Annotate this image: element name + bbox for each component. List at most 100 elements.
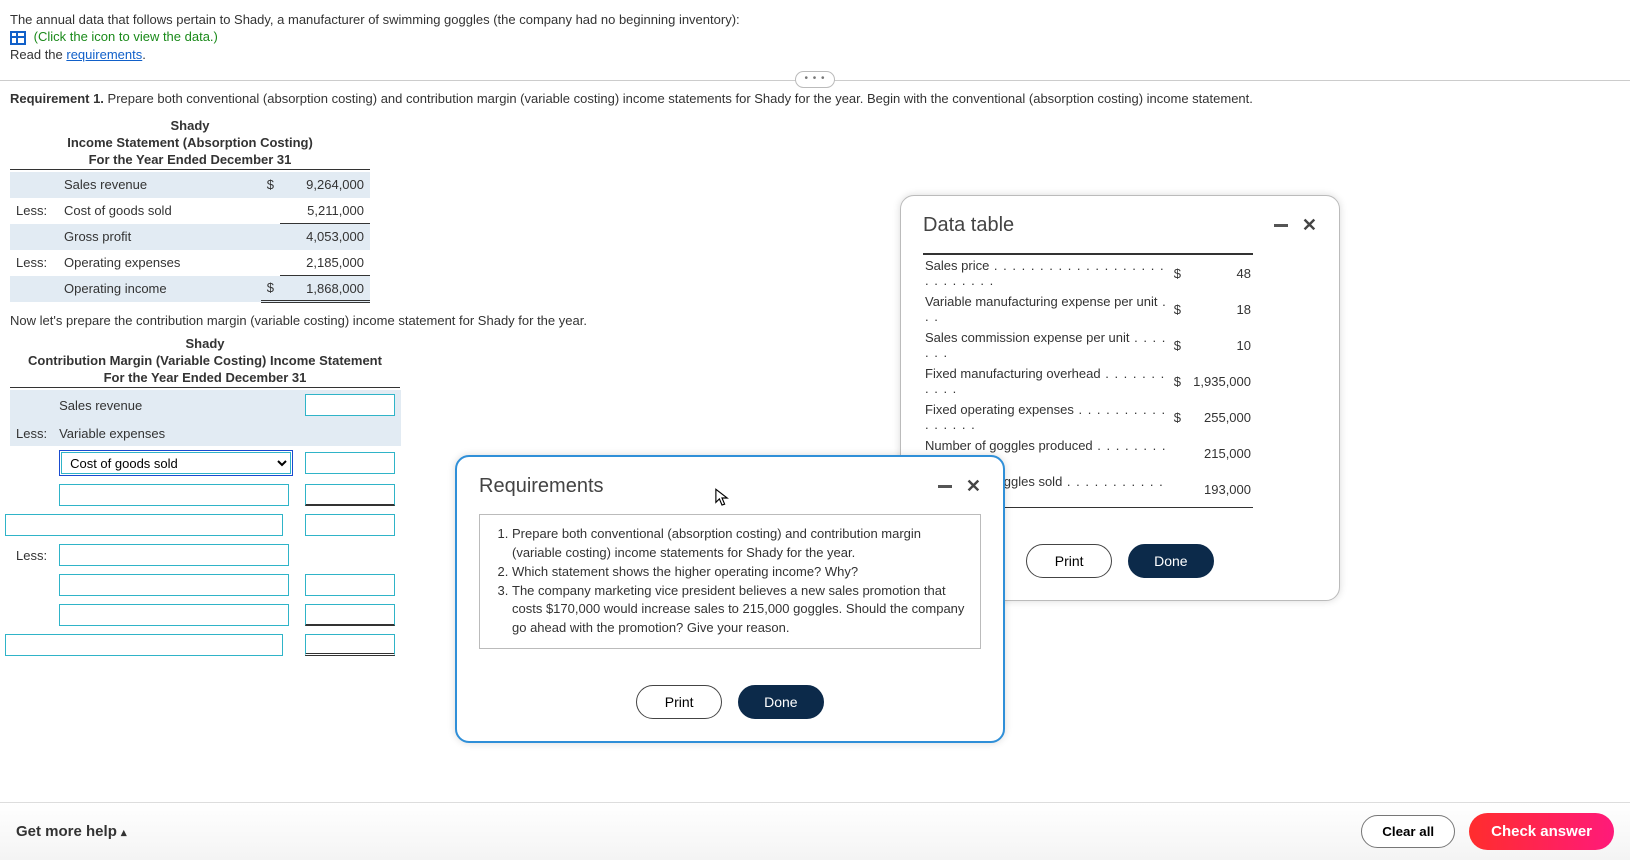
cogs-select-wrap: Cost of goods sold [59, 450, 293, 476]
minimize-icon[interactable] [938, 485, 952, 488]
close-icon[interactable]: ✕ [966, 476, 981, 497]
table-row: Sales commission expense per unit . . . … [923, 327, 1253, 363]
intro-block: The annual data that follows pertain to … [0, 0, 1630, 62]
cogs-select[interactable]: Cost of goods sold [61, 452, 291, 474]
opex-amt: 2,185,000 [280, 250, 370, 276]
requirement-item-2: Which statement shows the higher operati… [512, 563, 966, 582]
req-done-button[interactable]: Done [738, 685, 824, 719]
data-amt-3: 1,935,000 [1183, 363, 1253, 399]
oi-cur: $ [261, 276, 280, 302]
var-line-6-label[interactable] [59, 604, 289, 626]
minimize-icon[interactable] [1274, 224, 1288, 227]
var-subtotal-amt[interactable] [305, 514, 395, 536]
table-row: Sales revenue $ 9,264,000 [10, 172, 370, 198]
table-row: Variable manufacturing expense per unit … [923, 291, 1253, 327]
requirement-item-1: Prepare both conventional (absorption co… [512, 525, 966, 563]
var-cogs-input[interactable] [305, 452, 395, 474]
table-row [10, 600, 401, 630]
help-label: Get more help [16, 823, 117, 840]
variable-title: Contribution Margin (Variable Costing) I… [10, 353, 400, 368]
table-row [10, 480, 401, 510]
table-row: Less: Variable expenses [10, 420, 401, 446]
requirement-1-label: Requirement 1. [10, 91, 104, 106]
data-cur-3: $ [1169, 363, 1183, 399]
var-line-2-label[interactable] [59, 484, 289, 506]
caret-up-icon: ▴ [121, 827, 127, 839]
table-row [10, 630, 401, 660]
data-cur-6 [1169, 471, 1183, 508]
data-amt-5: 215,000 [1183, 435, 1253, 471]
clear-all-button[interactable]: Clear all [1361, 815, 1455, 848]
var-less-2: Less: [10, 540, 53, 570]
check-answer-button[interactable]: Check answer [1469, 813, 1614, 850]
get-more-help[interactable]: Get more help ▴ [16, 823, 127, 840]
footer-bar: Get more help ▴ Clear all Check answer [0, 802, 1630, 860]
requirements-dialog-title: Requirements [479, 475, 604, 498]
data-label-2: Sales commission expense per unit [925, 330, 1130, 345]
opex-label: Operating expenses [58, 250, 261, 276]
data-amt-6: 193,000 [1183, 471, 1253, 508]
narrative-2: Now let's prepare the contribution margi… [10, 313, 1620, 328]
table-row: Sales price . . . . . . . . . . . . . . … [923, 254, 1253, 291]
var-total-label[interactable] [5, 634, 283, 656]
table-row: Fixed operating expenses . . . . . . . .… [923, 399, 1253, 435]
table-row: Less: [10, 540, 401, 570]
read-suffix: . [142, 47, 146, 62]
table-row: Fixed manufacturing overhead . . . . . .… [923, 363, 1253, 399]
var-line-5-amt[interactable] [305, 574, 395, 596]
table-row [10, 510, 401, 540]
var-sales-input[interactable] [305, 394, 395, 416]
data-table-icon[interactable] [10, 31, 26, 45]
table-row: Gross profit 4,053,000 [10, 224, 370, 250]
var-line-2-amt[interactable] [305, 484, 395, 506]
table-row: Sales revenue [10, 390, 401, 420]
var-line-6-amt[interactable] [305, 604, 395, 626]
requirement-1-body: Prepare both conventional (absorption co… [104, 91, 1253, 106]
var-line-4-label[interactable] [59, 544, 289, 566]
data-cur-0: $ [1169, 254, 1183, 291]
req-print-button[interactable]: Print [636, 685, 722, 719]
less-label: Less: [10, 198, 58, 224]
var-sales-label: Sales revenue [53, 390, 299, 420]
oi-label: Operating income [58, 276, 261, 302]
divider-toggle[interactable]: • • • [795, 71, 835, 88]
data-amt-4: 255,000 [1183, 399, 1253, 435]
data-cur-2: $ [1169, 327, 1183, 363]
data-amt-0: 48 [1183, 254, 1253, 291]
table-row: Cost of goods sold [10, 446, 401, 480]
table-row: Operating income $ 1,868,000 [10, 276, 370, 302]
table-row: Less: Operating expenses 2,185,000 [10, 250, 370, 276]
close-icon[interactable]: ✕ [1302, 215, 1317, 236]
data-amt-2: 10 [1183, 327, 1253, 363]
requirements-dialog: Requirements ✕ Prepare both conventional… [455, 455, 1005, 743]
data-dialog-title: Data table [923, 214, 1014, 237]
variable-company: Shady [10, 336, 400, 351]
sales-amt: 9,264,000 [280, 172, 370, 198]
cogs-label: Cost of goods sold [58, 198, 261, 224]
var-line-5-label[interactable] [59, 574, 289, 596]
read-prefix: Read the [10, 47, 66, 62]
data-done-button[interactable]: Done [1128, 544, 1214, 578]
absorption-statement: Shady Income Statement (Absorption Costi… [10, 118, 1630, 304]
var-expenses-label: Variable expenses [53, 420, 299, 446]
table-row: Less: Cost of goods sold 5,211,000 [10, 198, 370, 224]
requirements-link[interactable]: requirements [66, 47, 142, 62]
absorption-title: Income Statement (Absorption Costing) [10, 135, 370, 150]
sales-label: Sales revenue [58, 172, 261, 198]
data-label-5: Number of goggles produced [925, 438, 1093, 453]
table-row [10, 570, 401, 600]
data-label-1: Variable manufacturing expense per unit [925, 294, 1157, 309]
data-label-3: Fixed manufacturing overhead [925, 366, 1101, 381]
absorption-period: For the Year Ended December 31 [10, 152, 370, 170]
var-total-amt[interactable] [305, 634, 395, 656]
less-label-2: Less: [10, 250, 58, 276]
absorption-company: Shady [10, 118, 370, 133]
data-cur-4: $ [1169, 399, 1183, 435]
icon-hint[interactable]: (Click the icon to view the data.) [34, 29, 218, 44]
cursor-icon [715, 488, 729, 508]
requirements-box: Prepare both conventional (absorption co… [479, 514, 981, 649]
data-print-button[interactable]: Print [1026, 544, 1112, 578]
cogs-amt: 5,211,000 [280, 198, 370, 224]
intro-line-1: The annual data that follows pertain to … [10, 12, 1620, 27]
var-subtotal-label[interactable] [5, 514, 283, 536]
